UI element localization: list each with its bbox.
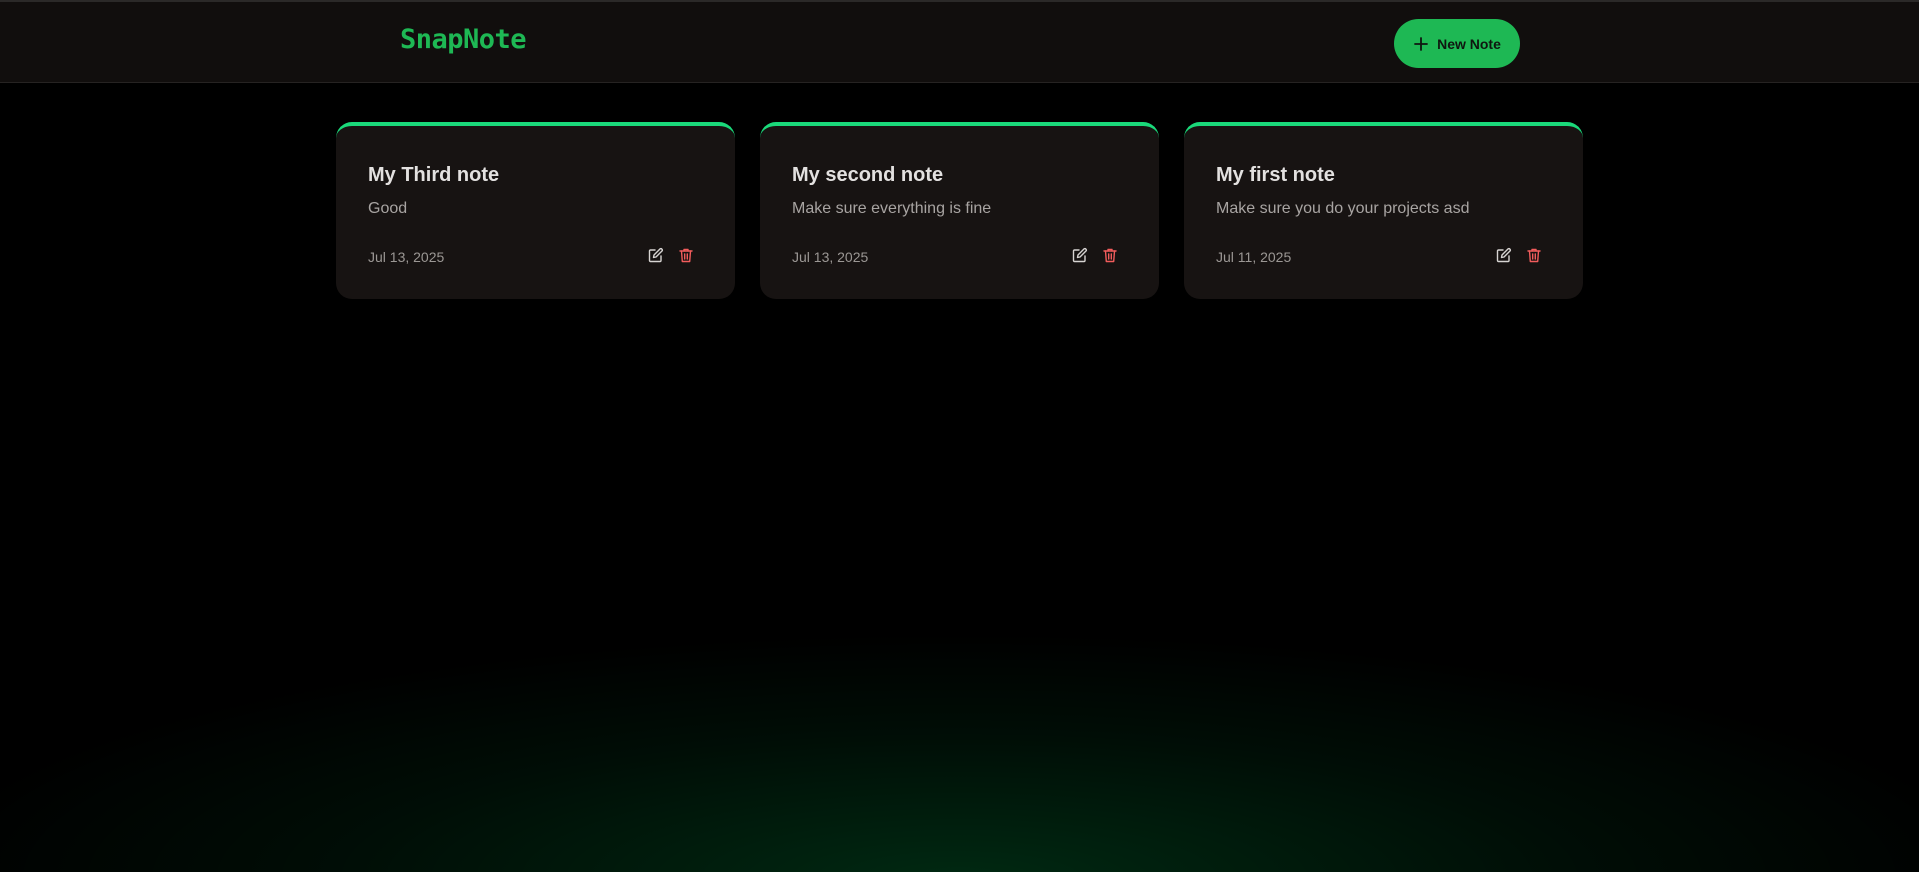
note-date: Jul 11, 2025	[1216, 249, 1292, 265]
edit-icon[interactable]	[1495, 246, 1513, 264]
note-date: Jul 13, 2025	[792, 249, 869, 265]
plus-icon	[1413, 36, 1429, 52]
note-actions	[1495, 246, 1543, 264]
page: SnapNote New Note My Third note Good Jul…	[0, 0, 1919, 872]
note-card[interactable]: My Third note Good Jul 13, 2025	[336, 122, 735, 299]
note-title: My first note	[1216, 164, 1335, 186]
note-content: Make sure you do your projects asd	[1216, 200, 1470, 217]
note-card[interactable]: My second note Make sure everything is f…	[760, 122, 1159, 299]
note-content: Make sure everything is fine	[792, 200, 992, 217]
note-card[interactable]: My first note Make sure you do your proj…	[1184, 122, 1583, 299]
edit-icon[interactable]	[647, 246, 665, 264]
trash-icon[interactable]	[677, 246, 695, 264]
note-title: My Third note	[368, 164, 500, 186]
brand-logo[interactable]: SnapNote	[400, 24, 527, 55]
new-note-label: New Note	[1437, 35, 1501, 52]
navbar: SnapNote New Note	[0, 0, 1919, 83]
notes-grid: My Third note Good Jul 13, 2025 My secon…	[336, 122, 1583, 299]
note-date: Jul 13, 2025	[368, 249, 445, 265]
note-actions	[647, 246, 695, 264]
note-title: My second note	[792, 164, 944, 186]
new-note-button[interactable]: New Note	[1394, 19, 1520, 68]
note-actions	[1071, 246, 1119, 264]
note-content: Good	[368, 200, 408, 217]
trash-icon[interactable]	[1525, 246, 1543, 264]
edit-icon[interactable]	[1071, 246, 1089, 264]
trash-icon[interactable]	[1101, 246, 1119, 264]
